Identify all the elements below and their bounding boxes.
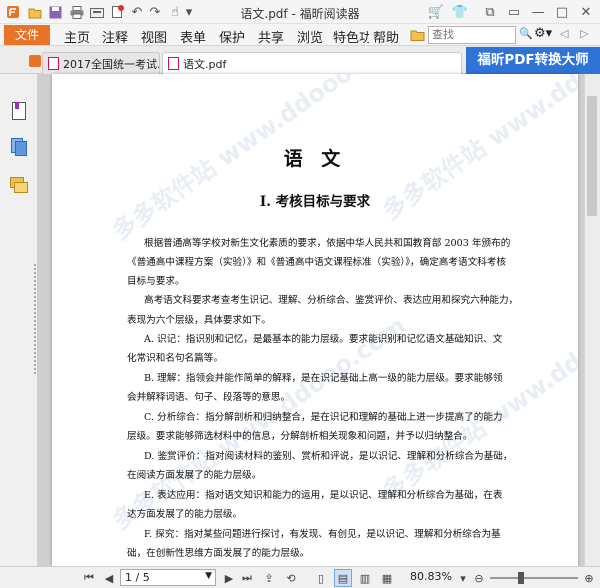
body-line: A. 识记：指识别和记忆，是最基本的能力层级。要求能识别和记忆语文基础知识、文	[144, 334, 503, 345]
doc-tab-label: 2017全国统一考试...	[63, 58, 160, 71]
cart-icon[interactable]: 🛒	[426, 2, 446, 22]
body-line: 会并解释词语、句子、段落等的意思。	[127, 392, 291, 403]
last-page-icon[interactable]: ⏭	[238, 569, 256, 587]
search-input[interactable]	[428, 26, 516, 44]
body-line: 表现为六个层级，具体要求如下。	[127, 315, 271, 326]
pdf-file-icon	[48, 57, 59, 70]
hand-tool-icon[interactable]: ☝	[166, 3, 184, 21]
body-line: D. 鉴赏评价：指对阅读材料的鉴别、赏析和评说，是以识记、理解和分析综合为基础，	[144, 451, 513, 462]
rotate-icon[interactable]: ⟲	[282, 569, 300, 587]
scan-icon[interactable]	[88, 3, 106, 21]
maximize-icon[interactable]: □	[552, 2, 572, 22]
customize-dropdown-icon[interactable]: ▾	[184, 3, 194, 21]
tab-form[interactable]: 表单	[180, 27, 206, 46]
save-icon[interactable]	[46, 3, 64, 21]
sidebar-splitter[interactable]	[34, 264, 37, 374]
previous-page-icon[interactable]: ◀	[100, 569, 118, 587]
tab-home[interactable]: 主页	[64, 27, 90, 46]
body-line: 根据普通高等学校对新生文化素质的要求，依据中华人民共和国教育部 2003 年颁布…	[144, 238, 511, 249]
close-icon[interactable]: ✕	[576, 2, 596, 22]
single-page-view-icon[interactable]: ▯	[312, 569, 330, 587]
restore-icon[interactable]: ⧉	[480, 2, 500, 22]
nav-back-icon[interactable]: ◁	[560, 27, 568, 40]
page-title: 语 文	[283, 148, 347, 170]
tab-features[interactable]: 特色功	[333, 27, 369, 46]
first-page-icon[interactable]: ⏮	[80, 569, 98, 587]
tab-protect[interactable]: 保护	[219, 27, 245, 46]
ribbon-toggle-icon[interactable]: ▭	[504, 2, 524, 22]
body-line: E. 表达应用：指对语文知识和能力的运用，是以识记、理解和分析综合为基础，在表	[144, 490, 503, 501]
next-page-icon[interactable]: ▶	[220, 569, 238, 587]
doc-tab-yuwen[interactable]: 语文.pdf	[162, 52, 462, 74]
body-line: 达方面发展了的能力层级。	[127, 509, 243, 520]
zoom-level: 80.83%	[410, 570, 452, 583]
print-icon[interactable]	[68, 3, 86, 21]
watermark: 多多软件站 www.ddooo.com	[377, 281, 578, 506]
zoom-slider-thumb[interactable]	[518, 572, 524, 584]
tab-help[interactable]: 帮助	[373, 27, 399, 46]
status-bar: ⏮ ◀ 1 / 5 ▼ ▶ ⏭ ⇪ ⟲ ▯ ▤ ▥ ▦ 80.83% ▾ ⊖ ⊕	[0, 566, 600, 588]
tab-browse[interactable]: 浏览	[297, 27, 323, 46]
body-line: 在阅读方面发展了的能力层级。	[127, 470, 262, 481]
skin-icon[interactable]: 👕	[450, 2, 470, 22]
open-icon[interactable]	[26, 3, 44, 21]
bookmark-icon[interactable]	[8, 100, 30, 122]
export-icon[interactable]: ⇪	[260, 569, 278, 587]
page-number-field[interactable]: 1 / 5 ▼	[120, 569, 216, 586]
redo-icon[interactable]: ↷	[146, 3, 164, 21]
chevron-down-icon[interactable]: ▼	[205, 571, 212, 581]
promo-banner[interactable]: 福昕PDF转换大师	[466, 47, 600, 74]
nav-forward-icon[interactable]: ▷	[580, 27, 588, 40]
undo-icon[interactable]: ↶	[128, 3, 146, 21]
doc-tab-exam[interactable]: 2017全国统一考试...	[42, 52, 160, 74]
tab-share[interactable]: 共享	[258, 27, 284, 46]
left-sidebar	[0, 74, 38, 566]
settings-gear-icon[interactable]: ⚙▾	[534, 26, 554, 44]
app-logo-icon	[4, 3, 22, 21]
zoom-in-icon[interactable]: ⊕	[580, 569, 598, 587]
body-line: 高考语文科要求考查考生识记、理解、分析综合、鉴赏评价、表达应用和探究六种能力，	[144, 295, 519, 306]
facing-view-icon[interactable]: ▥	[356, 569, 374, 587]
section-heading: Ⅰ. 考核目标与要求	[259, 194, 371, 210]
zoom-slider[interactable]	[490, 577, 578, 579]
body-line: 《普通高中课程方案（实验）》和《普通高中语文课程标准（实验）》，确定高考语文科考…	[127, 257, 506, 268]
window-title: 语文.pdf - 福昕阅读器	[240, 7, 360, 21]
page-number-value: 1 / 5	[125, 571, 150, 584]
ribbon-tabs: 文件 主页 注释 视图 表单 保护 共享 浏览 特色功 帮助 🔍 ⚙▾ ◁ ▷	[0, 24, 600, 46]
continuous-facing-view-icon[interactable]: ▦	[378, 569, 396, 587]
doc-tab-label: 语文.pdf	[183, 58, 227, 71]
pages-thumbnail-icon[interactable]	[8, 136, 30, 158]
body-line: 础，在创新性思维方面发展了的能力层级。	[127, 548, 310, 559]
pdf-file-icon	[168, 57, 179, 70]
comments-icon[interactable]	[8, 174, 30, 196]
new-pdf-icon[interactable]	[108, 3, 126, 21]
body-line: 层级。要求能够筛选材料中的信息，分解剖析相关现象和问题，并予以归纳整合。	[127, 431, 473, 442]
zoom-out-icon[interactable]: ⊖	[470, 569, 488, 587]
search-icon[interactable]: 🔍	[519, 27, 533, 43]
body-line: B. 理解：指领会并能作简单的解释，是在识记基础上高一级的能力层级。要求能够领	[144, 373, 503, 384]
body-line: 化常识和名句名篇等。	[127, 353, 223, 364]
title-bar: ↶ ↷ ☝ ▾ 语文.pdf - 福昕阅读器 🛒 👕 ⧉ ▭ — □ ✕	[0, 0, 600, 24]
start-icon[interactable]	[28, 54, 42, 68]
body-line: 目标与要求。	[127, 276, 185, 287]
folder-search-icon[interactable]	[410, 27, 426, 43]
body-line: C. 分析综合：指分解剖析和归纳整合，是在识记和理解的基础上进一步提高了的能力	[144, 412, 503, 423]
tab-comment[interactable]: 注释	[102, 27, 128, 46]
tab-view[interactable]: 视图	[141, 27, 167, 46]
continuous-view-icon[interactable]: ▤	[334, 569, 352, 587]
body-line: F. 探究：指对某些问题进行探讨，有发现、有创见，是以识记、理解和分析综合为基	[144, 529, 501, 540]
scrollbar-thumb[interactable]	[587, 96, 597, 216]
file-menu-button[interactable]: 文件	[4, 25, 50, 45]
minimize-icon[interactable]: —	[528, 2, 548, 22]
pdf-page: 多多软件站 www.ddooo.com 多多软件站 www.ddooo.com …	[52, 74, 578, 566]
